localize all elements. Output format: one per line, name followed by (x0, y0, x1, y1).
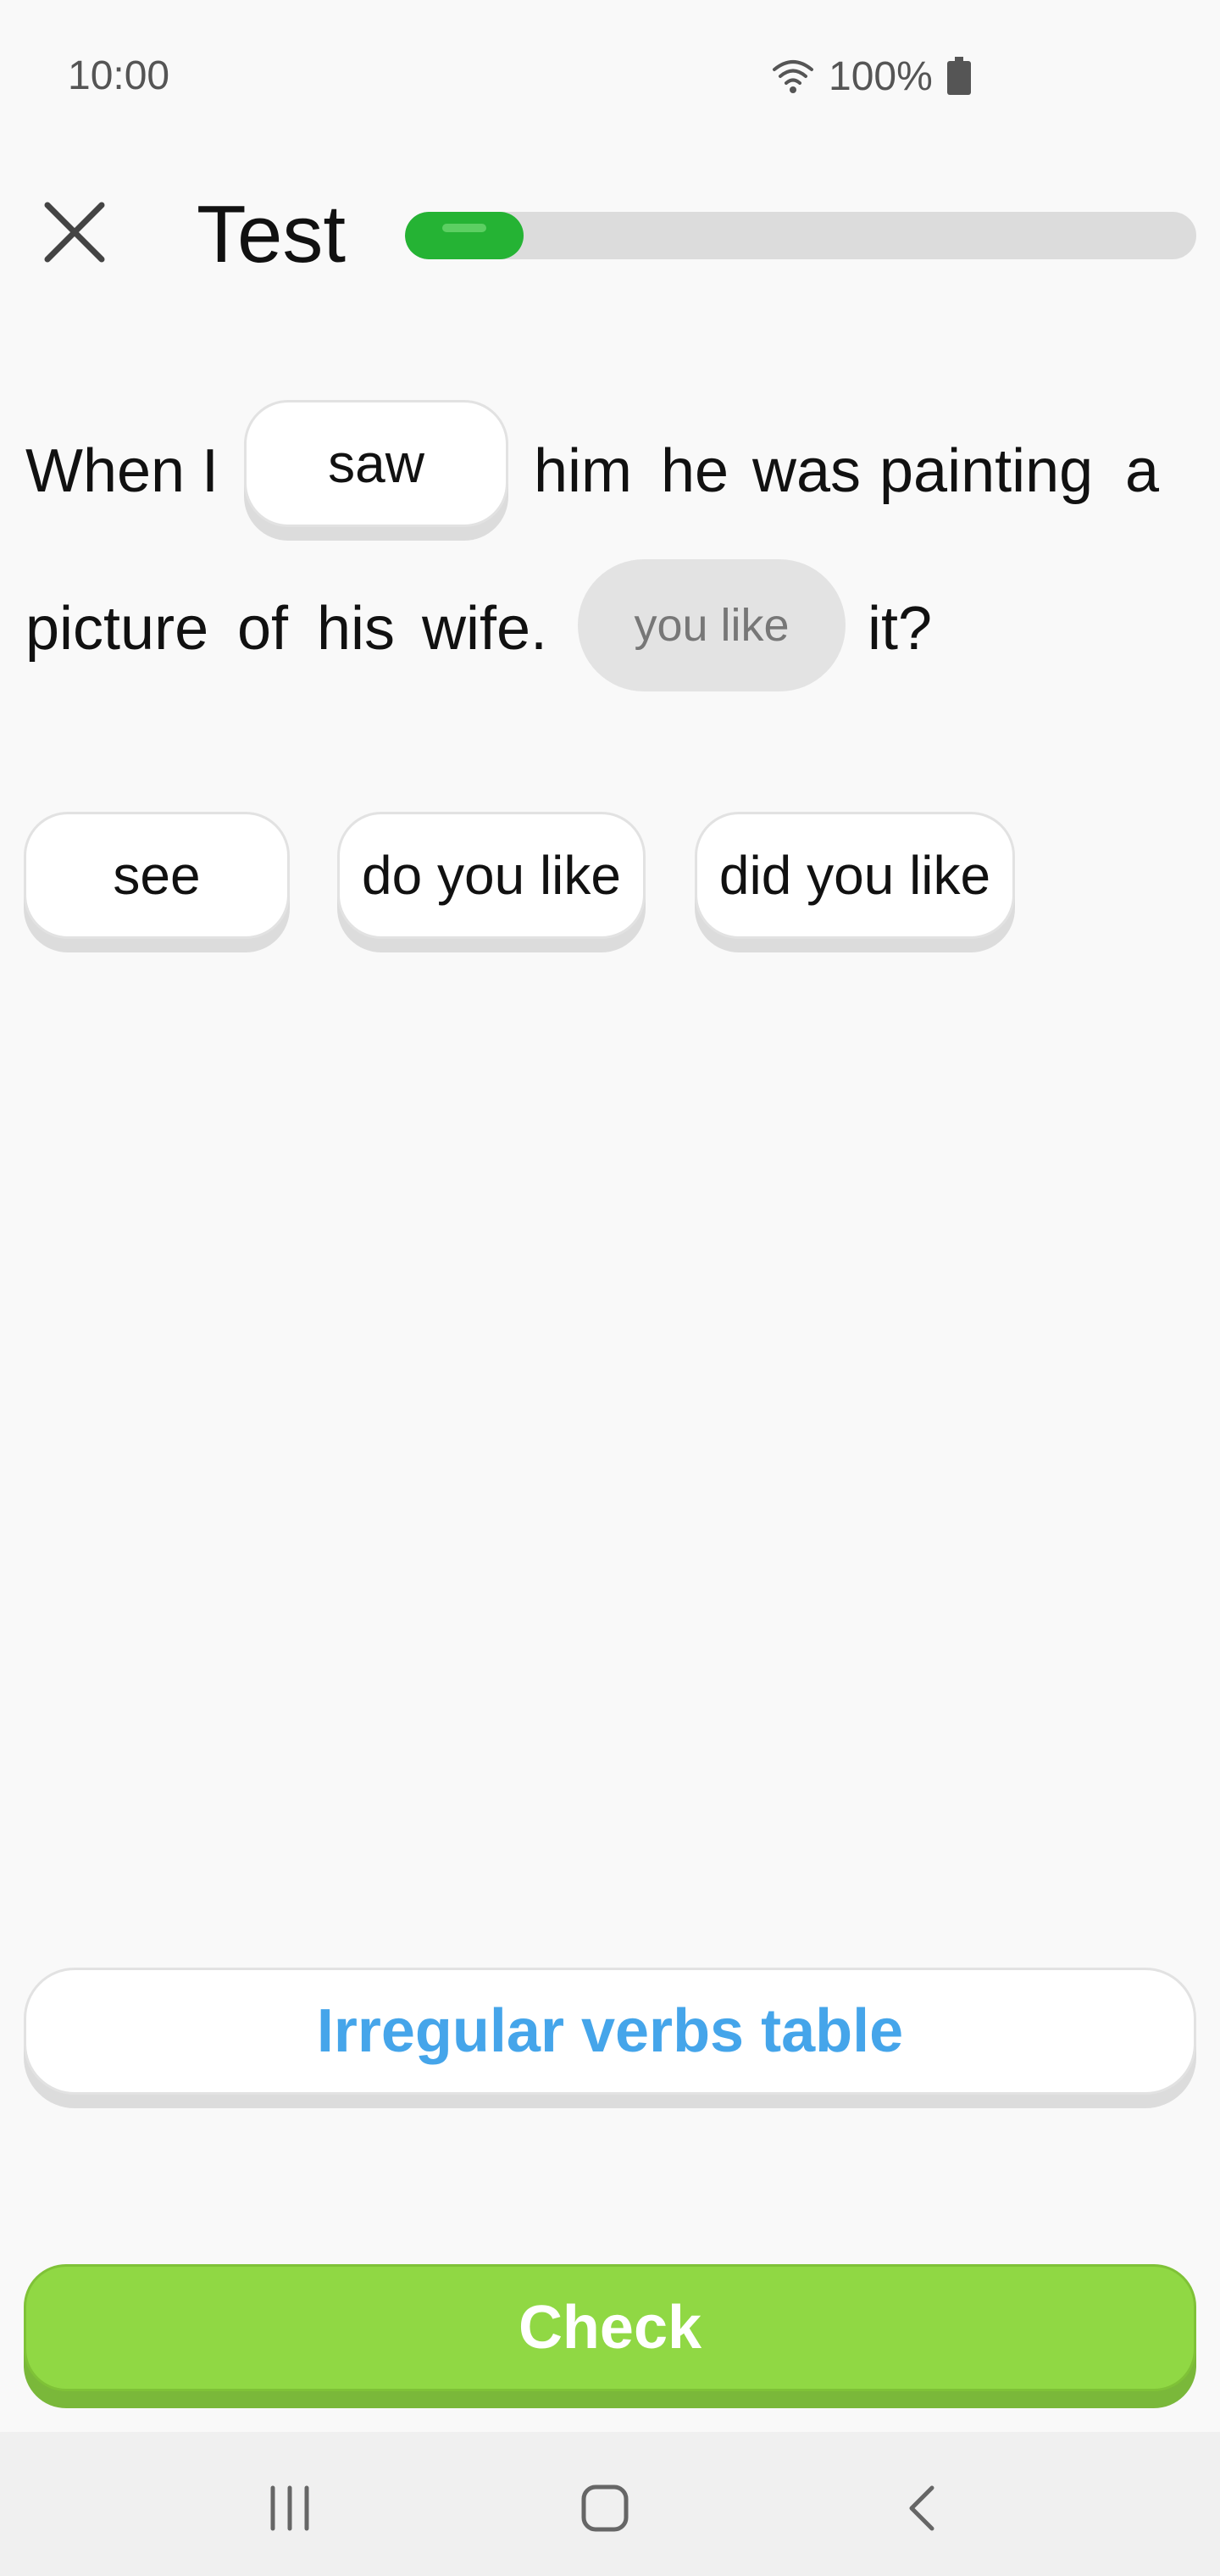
filled-answer-chip[interactable]: saw (244, 400, 508, 527)
check-button[interactable]: Check (24, 2264, 1196, 2391)
progress-shine (442, 224, 486, 232)
option-chip[interactable]: do you like (337, 812, 646, 939)
progress-bar (405, 212, 1196, 259)
sentence-word: I (202, 437, 219, 505)
sentence-word: was (752, 437, 862, 505)
wifi-icon (771, 58, 815, 95)
progress-fill (405, 212, 524, 259)
close-icon[interactable] (41, 198, 108, 266)
back-icon[interactable] (898, 2483, 949, 2538)
sentence-word: his (317, 595, 396, 663)
option-chip[interactable]: did you like (695, 812, 1015, 939)
home-icon[interactable] (580, 2483, 630, 2538)
sentence-word: picture (25, 595, 209, 663)
recent-apps-icon[interactable] (264, 2483, 315, 2538)
status-indicators: 100% (771, 51, 972, 102)
sentence-word: wife. (422, 595, 548, 663)
sentence-word: him (534, 437, 633, 505)
irregular-verbs-table-button[interactable]: Irregular verbs table (24, 1968, 1196, 2095)
sentence-word: he (661, 437, 729, 505)
sentence-word: a (1125, 437, 1160, 505)
sentence-word: of (237, 595, 289, 663)
battery-icon (946, 57, 972, 96)
screen: 10:00 100% Test When I saw him he was pa… (0, 0, 1220, 2576)
sentence-word: it? (868, 595, 933, 663)
option-chip[interactable]: see (24, 812, 290, 939)
status-time: 10:00 (68, 53, 170, 98)
sentence-word: When (25, 437, 186, 505)
page-title: Test (197, 189, 347, 280)
empty-answer-slot[interactable]: you like (578, 559, 846, 691)
battery-percent: 100% (829, 53, 933, 99)
sentence-word: painting (879, 437, 1094, 505)
